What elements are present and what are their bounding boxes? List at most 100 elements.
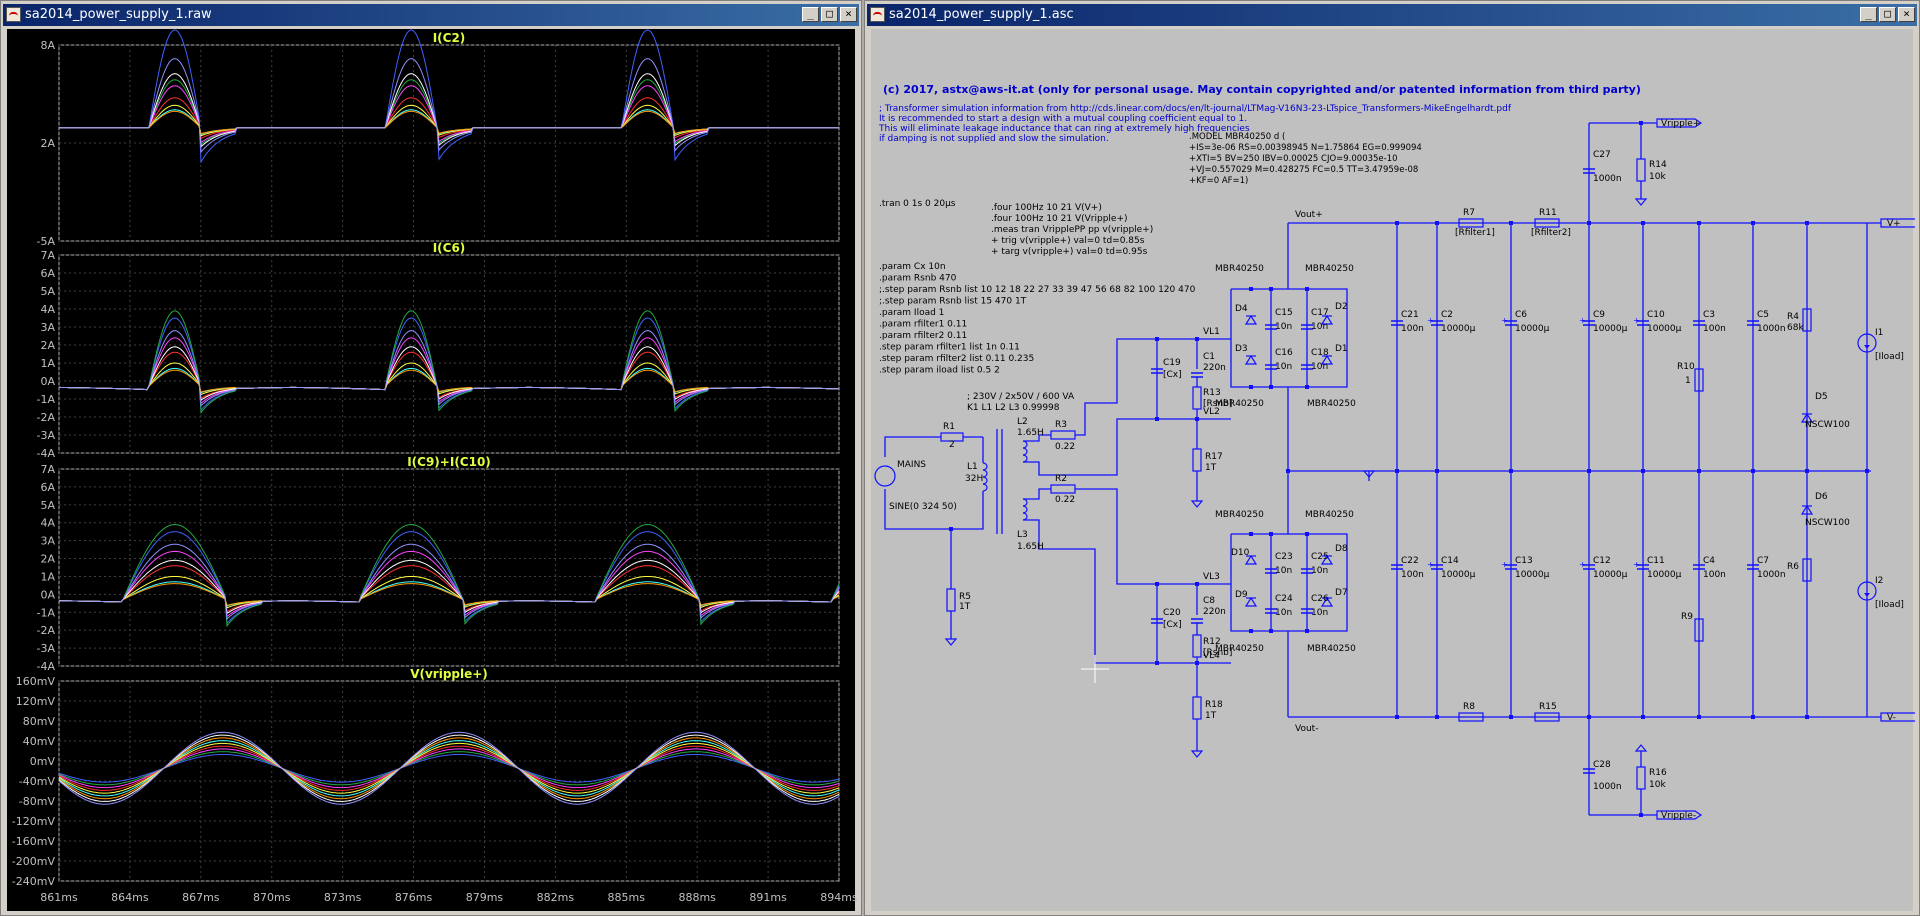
schematic-label: C4 bbox=[1703, 556, 1715, 566]
schematic-label: C14 bbox=[1441, 556, 1459, 566]
schematic-label: D6 bbox=[1815, 492, 1828, 502]
schematic-label: 10n bbox=[1311, 608, 1328, 618]
comment-line: ; Transformer simulation information fro… bbox=[879, 104, 1512, 114]
waveform-trace bbox=[59, 29, 839, 164]
schematic-label: I1 bbox=[1875, 328, 1883, 338]
param-line: .step param rfilter1 list 1n 0.11 bbox=[879, 343, 1020, 353]
junction-dot bbox=[1286, 469, 1290, 473]
schematic-close-button[interactable]: × bbox=[1898, 7, 1915, 22]
schematic-label: C11 bbox=[1647, 556, 1665, 566]
schematic-label: C8 bbox=[1203, 596, 1215, 606]
schematic-label: VL1 bbox=[1203, 327, 1220, 337]
waveform-trace bbox=[59, 109, 839, 135]
schematic-drawing[interactable]: + + + + + + + + (c) 2017, astx@aws-it.at (only … bbox=[871, 29, 1919, 913]
x-tick-label: 879ms bbox=[466, 891, 504, 904]
waveform-plot[interactable]: I(C2) 8A 2A -5A I(C6) 7A 6A 5A 4A 3A 2A 1A 0A -1A -2A -… bbox=[7, 29, 858, 913]
junction-dot bbox=[1641, 221, 1645, 225]
schematic-label: [Rfilter1] bbox=[1455, 228, 1495, 238]
schematic-label: 100n bbox=[1703, 324, 1726, 334]
x-tick-label: 873ms bbox=[324, 891, 362, 904]
ground-icon bbox=[944, 638, 958, 646]
y-tick-label: -3A bbox=[37, 642, 56, 655]
schematic-minimize-button[interactable]: _ bbox=[1860, 7, 1877, 22]
schematic-label: C22 bbox=[1401, 556, 1419, 566]
polarity-mark: + bbox=[1633, 316, 1640, 325]
schematic-label: C9 bbox=[1593, 310, 1605, 320]
schematic-label: R8 bbox=[1463, 702, 1475, 712]
junction-dot bbox=[1805, 715, 1809, 719]
schematic-label: C18 bbox=[1311, 348, 1329, 358]
schematic-label: 10k bbox=[1649, 172, 1666, 182]
schematic-label: C21 bbox=[1401, 310, 1419, 320]
schematic-label: VL3 bbox=[1203, 572, 1220, 582]
waveform-trace bbox=[58, 346, 839, 401]
schematic-maximize-button[interactable]: □ bbox=[1879, 7, 1896, 22]
y-tick-label: 7A bbox=[40, 249, 55, 262]
junction-dot bbox=[1249, 629, 1253, 633]
inductor-symbol bbox=[1022, 440, 1028, 449]
resistor-symbol bbox=[1636, 158, 1646, 182]
tran-directive: .tran 0 1s 0 20µs bbox=[879, 199, 956, 209]
x-tick-label: 864ms bbox=[111, 891, 149, 904]
schematic-label: [Iload] bbox=[1875, 600, 1904, 610]
y-tick-label: 0A bbox=[40, 375, 55, 388]
waveform-titlebar[interactable]: sa2014_power_supply_1.raw _ □ × bbox=[3, 4, 859, 26]
y-tick-label: 2A bbox=[40, 339, 55, 352]
schematic-label: 10n bbox=[1275, 566, 1292, 576]
schematic-label: 100n bbox=[1401, 324, 1424, 334]
junction-dot bbox=[1305, 532, 1309, 536]
current-source-icon bbox=[1864, 345, 1870, 349]
schematic-label: 10n bbox=[1311, 566, 1328, 576]
y-tick-label: -4A bbox=[37, 447, 56, 460]
schematic-label: C28 bbox=[1593, 760, 1611, 770]
model-line: +KF=0 AF=1) bbox=[1189, 176, 1248, 186]
schematic-label: 10000µ bbox=[1515, 324, 1550, 334]
schematic-label: R2 bbox=[1055, 474, 1067, 484]
schematic-label: I2 bbox=[1875, 576, 1883, 586]
schematic-label: C25 bbox=[1311, 552, 1329, 562]
waveform-window[interactable]: sa2014_power_supply_1.raw _ □ × I(C2) 8A 2… bbox=[0, 0, 862, 916]
current-source-icon bbox=[1864, 593, 1870, 597]
junction-dot bbox=[1395, 715, 1399, 719]
schematic-label: C27 bbox=[1593, 150, 1611, 160]
waveform-plot-area[interactable]: I(C2) 8A 2A -5A I(C6) 7A 6A 5A 4A 3A 2A 1A 0A -1A -2A -… bbox=[7, 29, 858, 913]
junction-dot bbox=[1395, 221, 1399, 225]
junction-dot bbox=[1641, 715, 1645, 719]
schematic-label: MBR40250 bbox=[1305, 264, 1354, 274]
schematic-label: C1 bbox=[1203, 352, 1215, 362]
wire bbox=[1075, 338, 1157, 436]
schematic-label: C20 bbox=[1163, 608, 1181, 618]
schematic-canvas[interactable]: + + + + + + + + (c) 2017, astx@aws-it.at (only … bbox=[871, 29, 1919, 913]
y-tick-label: 6A bbox=[40, 481, 55, 494]
maximize-button[interactable]: □ bbox=[821, 7, 838, 22]
junction-dot bbox=[1195, 337, 1199, 341]
meas-line: .meas tran VripplePP pp v(vripple+) bbox=[991, 225, 1153, 235]
schematic-titlebar[interactable]: sa2014_power_supply_1.asc _ □ × bbox=[867, 4, 1917, 26]
junction-dot bbox=[1697, 221, 1701, 225]
junction-dot bbox=[1195, 582, 1199, 586]
param-line: .param Cx 10n bbox=[879, 262, 946, 272]
junction-dot bbox=[1751, 221, 1755, 225]
model-line: +XTI=5 BV=250 IBV=0.00025 CJO=9.00035e-1… bbox=[1189, 154, 1398, 164]
y-tick-label: -1A bbox=[37, 393, 56, 406]
model-line: .MODEL MBR40250 d ( bbox=[1189, 132, 1285, 142]
y-tick-label: -200mV bbox=[12, 855, 56, 868]
schematic-label: D2 bbox=[1335, 302, 1348, 312]
schematic-label: C10 bbox=[1647, 310, 1665, 320]
schematic-label: 1T bbox=[1205, 463, 1217, 473]
schematic-label: Vripple- bbox=[1661, 811, 1696, 821]
y-tick-label: 0A bbox=[40, 588, 55, 601]
schematic-label: C15 bbox=[1275, 308, 1293, 318]
junction-dot bbox=[1305, 287, 1309, 291]
schematic-label: Vripple+ bbox=[1661, 119, 1700, 129]
schematic-label: 10000µ bbox=[1593, 570, 1628, 580]
junction-dot bbox=[1305, 629, 1309, 633]
close-button[interactable]: × bbox=[840, 7, 857, 22]
schematic-label: 10n bbox=[1275, 608, 1292, 618]
schematic-label: 1000n bbox=[1757, 570, 1786, 580]
x-tick-label: 894ms bbox=[820, 891, 857, 904]
minimize-button[interactable]: _ bbox=[802, 7, 819, 22]
schematic-window[interactable]: sa2014_power_supply_1.asc _ □ × + + + + + + + +… bbox=[864, 0, 1920, 916]
ground-icon bbox=[1190, 750, 1204, 758]
junction-dot bbox=[1639, 813, 1643, 817]
